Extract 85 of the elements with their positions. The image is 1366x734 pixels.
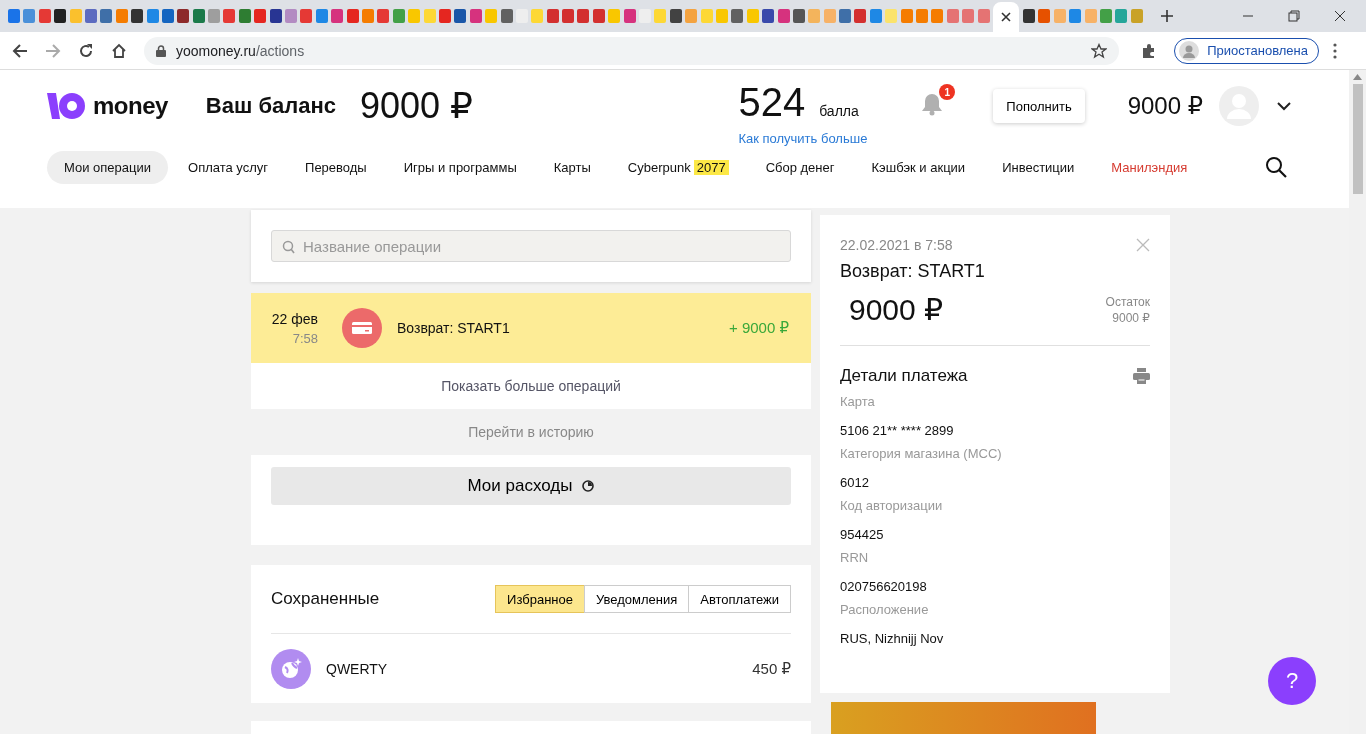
scrollbar[interactable]: [1349, 70, 1366, 734]
nav-tab[interactable]: Оплата услуг: [171, 150, 286, 184]
lock-icon: [156, 44, 166, 57]
field-value: RUS, Nizhnijj Nov: [840, 631, 945, 646]
nav-tab[interactable]: Карты: [536, 150, 608, 184]
tab-favicon-icon[interactable]: [131, 9, 144, 23]
tab-favicon-icon[interactable]: [269, 9, 282, 23]
pie-icon: [582, 480, 595, 492]
operation-row[interactable]: 22 фев 7:58 Возврат: START1 + 9000 ₽: [251, 293, 811, 363]
field-value: 6012: [840, 475, 870, 490]
tab-favicon-icon[interactable]: [54, 9, 67, 23]
operation-amount: + 9000 ₽: [729, 319, 789, 337]
section-title: Детали платежа: [840, 366, 968, 386]
address-bar[interactable]: yoomoney.ru/actions: [144, 36, 1120, 65]
points-count: 524: [738, 80, 806, 125]
balance-amount: 9000 ₽: [1112, 310, 1150, 325]
operation-title: Возврат: START1: [840, 261, 986, 282]
scrollbar-thumb[interactable]: [1352, 84, 1363, 194]
field-label: Карта: [840, 394, 876, 409]
operation-title: Возврат: START1: [397, 320, 510, 336]
saved-tab[interactable]: Избранное: [495, 585, 585, 613]
avatar-icon: [1179, 40, 1200, 61]
nav-tab[interactable]: Сбор денег: [748, 150, 852, 184]
back-icon[interactable]: [12, 42, 28, 59]
globe-icon: [271, 648, 311, 689]
operation-datetime: 22.02.2021 в 7:58: [840, 237, 953, 253]
saved-title: Сохраненные: [271, 589, 380, 609]
forward-icon[interactable]: [45, 42, 61, 59]
field-value: 020756620198: [840, 579, 928, 594]
saved-payment-name[interactable]: QWERTY: [326, 660, 388, 677]
balance-label: Остаток: [1105, 294, 1150, 309]
balance-label: Ваш баланс: [205, 93, 336, 119]
close-icon[interactable]: [1334, 10, 1346, 22]
nav-tab[interactable]: Игры и программы: [386, 150, 534, 184]
wallet-amount: 9000 ₽: [1127, 92, 1203, 120]
star-icon[interactable]: [1091, 42, 1108, 59]
show-more-link[interactable]: Показать больше операций: [441, 363, 621, 409]
saved-payment-amount: 450 ₽: [752, 659, 791, 678]
field-label: Код авторизации: [840, 498, 944, 513]
expenses-button[interactable]: Мои расходы: [271, 467, 791, 505]
scroll-up-icon[interactable]: [1353, 74, 1362, 80]
field-value: 954425: [840, 527, 885, 542]
nav-tab[interactable]: Мои операции: [47, 150, 168, 184]
search-icon[interactable]: [1265, 156, 1287, 178]
points-unit: балла: [819, 103, 859, 119]
chevron-down-icon[interactable]: [1277, 101, 1291, 111]
field-label: RRN: [840, 550, 870, 565]
nav-tab[interactable]: Cyberpunk 2077: [610, 150, 746, 184]
field-label: Категория магазина (MCC): [840, 446, 1003, 461]
points-link[interactable]: Как получить больше: [738, 131, 868, 146]
print-icon[interactable]: [1133, 368, 1150, 384]
operation-date: 22 фев: [271, 310, 318, 327]
tab-favicon-icon[interactable]: [454, 9, 467, 23]
notification-count: 1: [939, 84, 956, 100]
home-icon[interactable]: [111, 42, 127, 59]
reload-icon[interactable]: [78, 42, 94, 59]
field-value: 5106 21** **** 2899: [840, 423, 955, 438]
top-up-button[interactable]: Пополнить: [993, 89, 1085, 123]
restore-icon[interactable]: [1288, 10, 1300, 22]
browser-tab[interactable]: [993, 2, 1019, 32]
tab-favicon-icon[interactable]: [762, 9, 775, 23]
profile-button[interactable]: Приостановлена: [1174, 37, 1319, 64]
balance-amount: 9000 ₽: [360, 85, 473, 127]
operation-amount: 9000 ₽: [849, 292, 944, 327]
bell-icon[interactable]: [921, 92, 944, 116]
tab-favicon-icon[interactable]: [669, 9, 682, 23]
logo-text[interactable]: money: [93, 92, 168, 120]
help-button[interactable]: ?: [1268, 657, 1316, 705]
saved-tab[interactable]: Автоплатежи: [688, 585, 791, 613]
field-label: Расположение: [840, 602, 930, 617]
operation-time: 7:58: [292, 330, 318, 346]
tab-favicon-icon[interactable]: [792, 9, 805, 23]
tab-favicon-icon[interactable]: [177, 9, 190, 23]
nav-tab[interactable]: Инвестиции: [985, 150, 1092, 184]
card-icon: [342, 308, 382, 348]
more-icon[interactable]: [1333, 42, 1337, 59]
nav-tab[interactable]: Переводы: [288, 150, 384, 184]
search-field[interactable]: Название операции: [271, 230, 791, 262]
saved-tab[interactable]: Уведомления: [583, 585, 690, 613]
url-text: yoomoney.ru/actions: [176, 42, 305, 59]
new-tab-icon[interactable]: [1160, 9, 1175, 23]
nav-tab[interactable]: Кэшбэк и акции: [854, 150, 983, 184]
close-icon[interactable]: [1001, 12, 1011, 22]
nav-tab[interactable]: Манилэндия: [1094, 150, 1205, 184]
logo-icon[interactable]: [47, 93, 85, 119]
